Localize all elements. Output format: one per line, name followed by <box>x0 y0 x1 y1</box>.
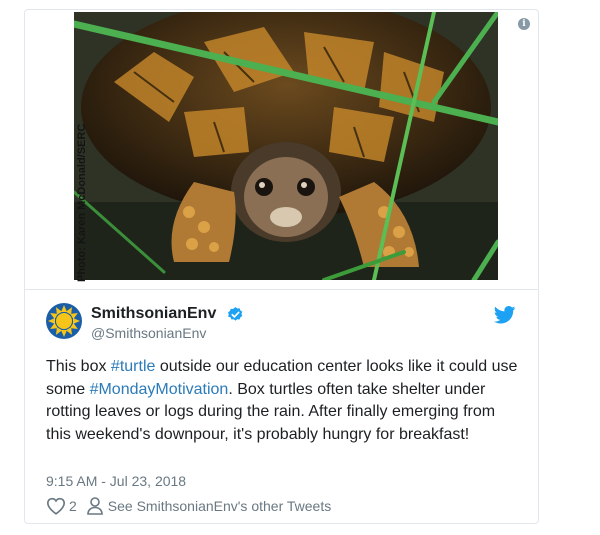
embedded-tweet-card[interactable]: i Photo: Karen McDonald/SERC Smithsonian… <box>24 9 539 524</box>
tweet-photo[interactable] <box>74 12 498 280</box>
heart-icon[interactable] <box>46 497 66 515</box>
profile-link[interactable]: See SmithsonianEnv's other Tweets <box>108 498 331 514</box>
author-name[interactable]: SmithsonianEnv <box>91 305 216 323</box>
tweet-text-part: This box <box>46 358 111 375</box>
hashtag-link[interactable]: #MondayMotivation <box>90 381 229 398</box>
tweet-actions: 2 See SmithsonianEnv's other Tweets <box>46 497 331 515</box>
person-icon[interactable] <box>86 497 103 515</box>
verified-badge-icon <box>228 307 243 321</box>
tweet-text: This box #turtle outside our education c… <box>46 356 521 446</box>
info-icon[interactable]: i <box>518 18 530 30</box>
divider <box>25 289 538 290</box>
author-avatar[interactable] <box>46 303 82 339</box>
tweet-timestamp[interactable]: 9:15 AM - Jul 23, 2018 <box>46 473 186 489</box>
hashtag-link[interactable]: #turtle <box>111 358 155 375</box>
like-count[interactable]: 2 <box>69 498 77 514</box>
author-handle[interactable]: @SmithsonianEnv <box>91 325 206 341</box>
twitter-bird-icon[interactable] <box>494 306 516 324</box>
photo-credit: Photo: Karen McDonald/SERC <box>76 123 88 282</box>
